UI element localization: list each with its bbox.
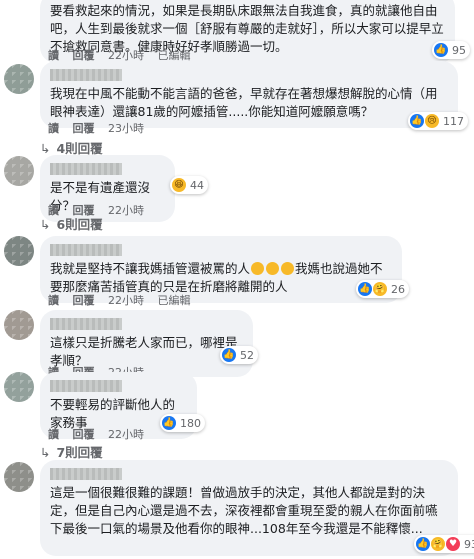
reaction-count: 26 <box>391 282 405 296</box>
haha-icon: 😆 <box>172 178 186 192</box>
avatar[interactable] <box>4 156 34 186</box>
timestamp[interactable]: 22小時 <box>108 294 144 307</box>
care-icon: 🤗 <box>431 537 445 551</box>
comment-text: 這是一個很難很難的課題！曾做過放手的決定，其他人都說是對的決定，但是自己內心還是… <box>50 485 438 536</box>
reaction-summary[interactable]: 👍 🤗 ♥ 93 <box>414 535 474 553</box>
reaction-count: 52 <box>240 348 254 362</box>
replies-label: 6則回覆 <box>56 217 103 232</box>
avatar[interactable] <box>4 64 34 94</box>
reaction-count: 95 <box>452 43 466 57</box>
replies-label: 4則回覆 <box>56 141 103 156</box>
comment-meta: 讀 回覆 23小時 <box>48 120 154 136</box>
laughing-emoji-icon <box>281 262 295 275</box>
avatar[interactable] <box>4 462 34 492</box>
like-icon: 👍 <box>410 114 424 128</box>
author-name[interactable] <box>50 244 122 256</box>
sad-icon: 😢 <box>425 114 439 128</box>
reply-arrow-icon: ↳ <box>40 141 51 156</box>
comment-text: 我就是堅持不讓我媽插管還被罵的人 我媽也說過她不要那麼痛苦插管真的只是在折磨將離開… <box>50 260 392 296</box>
avatar[interactable] <box>4 310 34 340</box>
reaction-summary[interactable]: 👍 95 <box>432 41 470 59</box>
reply-arrow-icon: ↳ <box>40 217 51 232</box>
author-name[interactable] <box>50 163 122 175</box>
edited-label: 已編輯 <box>157 294 191 307</box>
reaction-summary[interactable]: 😆 44 <box>170 176 208 194</box>
timestamp[interactable]: 22小時 <box>108 204 144 217</box>
view-replies-link[interactable]: ↳ 7則回覆 <box>40 442 103 461</box>
reply-button[interactable]: 回覆 <box>73 428 95 441</box>
avatar[interactable] <box>4 372 34 402</box>
laughing-emoji-icon <box>251 262 265 275</box>
reaction-count: 93 <box>464 537 474 551</box>
view-replies-link[interactable]: ↳ 6則回覆 <box>40 214 103 233</box>
like-icon: 👍 <box>162 416 176 430</box>
reaction-summary[interactable]: 👍 52 <box>220 346 258 364</box>
author-name[interactable] <box>50 318 122 330</box>
reaction-count: 44 <box>190 178 204 192</box>
laughing-emoji-icon <box>266 262 280 275</box>
avatar[interactable] <box>4 236 34 266</box>
reaction-summary[interactable]: 👍 😢 117 <box>408 112 468 130</box>
like-button[interactable]: 讀 <box>48 428 59 441</box>
like-icon: 👍 <box>416 537 430 551</box>
timestamp[interactable]: 22小時 <box>108 428 144 441</box>
love-icon: ♥ <box>446 537 460 551</box>
comment-meta: 讀 回覆 22小時 <box>48 426 154 442</box>
reply-button[interactable]: 回覆 <box>73 122 95 135</box>
reaction-summary[interactable]: 👍 🤗 26 <box>356 280 409 298</box>
comment-bubble: 我現在中風不能動不能言語的爸爸，早就存在著想爆想解脫的心情（用眼神表達）還讓81… <box>40 61 458 128</box>
care-icon: 🤗 <box>373 282 387 296</box>
like-button[interactable]: 讀 <box>48 294 59 307</box>
like-icon: 👍 <box>434 43 448 57</box>
author-name[interactable] <box>50 380 122 392</box>
comment-bubble: 這是一個很難很難的課題！曾做過放手的決定，其他人都說是對的決定，但是自己內心還是… <box>40 460 458 556</box>
reaction-count: 117 <box>443 114 464 128</box>
like-button[interactable]: 讀 <box>48 122 59 135</box>
comment-meta: 讀 回覆 22小時 已編輯 <box>48 292 201 308</box>
reply-arrow-icon: ↳ <box>40 445 51 460</box>
author-name[interactable] <box>50 69 122 81</box>
comment-text-part-1: 我就是堅持不讓我媽插管還被罵的人 <box>50 261 251 276</box>
comment-text: 我現在中風不能動不能言語的爸爸，早就存在著想爆想解脫的心情（用眼神表達）還讓81… <box>50 86 438 119</box>
reaction-summary[interactable]: 👍 180 <box>160 414 205 432</box>
like-icon: 👍 <box>358 282 372 296</box>
reply-button[interactable]: 回覆 <box>73 294 95 307</box>
like-icon: 👍 <box>222 348 236 362</box>
reaction-count: 180 <box>180 416 201 430</box>
author-name[interactable] <box>50 468 122 480</box>
timestamp[interactable]: 23小時 <box>108 122 144 135</box>
replies-label: 7則回覆 <box>56 445 103 460</box>
